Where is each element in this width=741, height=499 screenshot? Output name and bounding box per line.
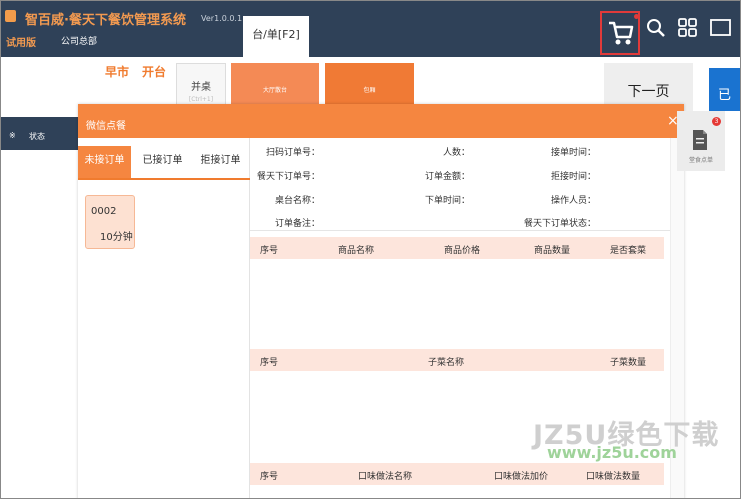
merge-table-shortcut: [Ctrl+1]	[188, 96, 214, 103]
tab-table-order[interactable]: 台/单[F2]	[243, 16, 309, 57]
watermark-url: www.jz5u.com	[547, 443, 677, 462]
edition-label: 试用版	[6, 38, 36, 49]
app-logo-icon	[5, 10, 16, 22]
label-people: 人数：	[442, 148, 470, 158]
status-col-label: 状态	[29, 132, 45, 141]
col-flavor-name: 口味做法名称	[358, 472, 413, 482]
left-strip	[1, 150, 78, 498]
col-is-set: 是否套菜	[610, 246, 647, 256]
col-flavor-index: 序号	[260, 472, 279, 482]
app-version: Ver1.0.0.1	[201, 14, 243, 23]
col-item-price: 商品价格	[444, 246, 481, 256]
col-item-qty: 商品数量	[534, 246, 571, 256]
grid-icon[interactable]	[678, 18, 698, 38]
col-sub-name: 子菜名称	[428, 358, 465, 368]
shopping-cart-icon	[609, 21, 634, 45]
label-accept-time: 接单时间：	[550, 148, 596, 158]
col-sub-qty: 子菜数量	[610, 358, 647, 368]
blue-side-button[interactable]: 已	[709, 68, 740, 111]
col-flavor-qty: 口味做法数量	[586, 472, 641, 482]
label-reject-time: 拒接时间：	[550, 172, 596, 182]
status-col-prefix: ※	[9, 131, 16, 140]
dialog-header: 微信点餐 ×	[78, 104, 684, 138]
period-label[interactable]: 早市	[105, 63, 129, 80]
app-title: 智百威·餐天下餐饮管理系统	[25, 13, 186, 28]
order-card[interactable]: 0002 10分钟	[85, 195, 135, 249]
tab-pending-orders[interactable]: 未接订单	[78, 146, 131, 178]
order-elapsed-time: 10分钟	[100, 232, 133, 243]
top-bar: 智百威·餐天下餐饮管理系统 Ver1.0.0.1 试用版 公司总部 台/单[F2…	[1, 1, 740, 57]
items-table-header: 序号 商品名称 商品价格 商品数量 是否套菜	[250, 237, 664, 259]
merge-table-label: 并桌	[191, 82, 211, 93]
order-table-number: 0002	[91, 206, 117, 217]
col-index: 序号	[260, 246, 279, 256]
open-table-button[interactable]: 开台	[142, 63, 166, 80]
window-icon[interactable]	[710, 18, 732, 38]
label-operator: 操作人员：	[550, 196, 596, 206]
cart-button[interactable]	[600, 11, 640, 55]
col-flavor-price: 口味做法加价	[494, 472, 549, 482]
status-header: ※ 状态	[1, 117, 78, 150]
label-table-name: 桌台名称：	[274, 196, 320, 206]
divider	[250, 230, 684, 231]
col-item-name: 商品名称	[338, 246, 375, 256]
label-ctx-order-status: 餐天下订单状态：	[523, 219, 596, 229]
order-list-pane: 未接订单 已接订单 拒接订单 0002 10分钟	[78, 138, 250, 498]
label-order-amount: 订单金额：	[424, 172, 470, 182]
document-icon	[693, 130, 707, 150]
app-window: 智百威·餐天下餐饮管理系统 Ver1.0.0.1 试用版 公司总部 台/单[F2…	[0, 0, 741, 499]
tab-rejected-orders[interactable]: 拒接订单	[194, 146, 247, 178]
dialog-title: 微信点餐	[86, 121, 126, 132]
search-icon[interactable]	[646, 18, 666, 38]
label-order-note: 订单备注：	[274, 219, 320, 229]
flavor-table-header: 序号 口味做法名称 口味做法加价 口味做法数量	[250, 463, 664, 485]
col-sub-index: 序号	[260, 358, 279, 368]
label-order-time: 下单时间：	[424, 196, 470, 206]
order-tabs: 未接订单 已接订单 拒接订单	[78, 146, 250, 180]
cart-badge	[634, 14, 639, 19]
tab-accepted-orders[interactable]: 已接订单	[136, 146, 189, 178]
label-scan-order-no: 扫码订单号：	[265, 148, 320, 158]
widget-badge: 3	[712, 117, 721, 126]
label-ctx-order-no: 餐天下订单号：	[256, 172, 320, 182]
sub-items-table-header: 序号 子菜名称 子菜数量	[250, 349, 664, 371]
company-label: 公司总部	[61, 37, 98, 47]
brand-area: 智百威·餐天下餐饮管理系统 Ver1.0.0.1 试用版 公司总部	[1, 1, 243, 57]
dine-in-order-widget[interactable]: 3 堂食点单	[677, 111, 725, 171]
widget-label: 堂食点单	[688, 157, 713, 164]
